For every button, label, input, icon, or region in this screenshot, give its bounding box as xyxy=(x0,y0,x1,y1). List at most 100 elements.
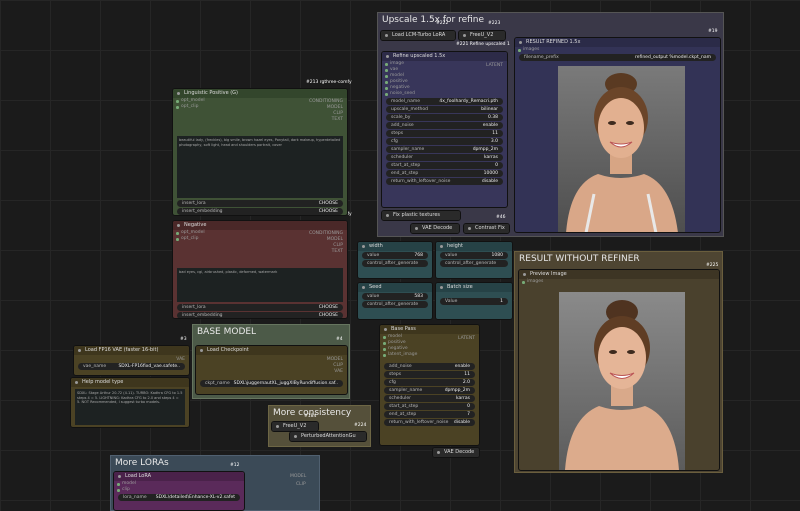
node-title[interactable]: VAE Decode xyxy=(411,224,459,233)
node-title[interactable]: Contrast Fix xyxy=(464,224,509,233)
insert-lora-widget[interactable]: insert_lora CHOOSE xyxy=(177,200,343,207)
help-textarea[interactable]: SDXL: Stage Arthur 20-72 (4.11). TURBO: … xyxy=(75,389,185,425)
choose-button[interactable]: CHOOSE xyxy=(319,312,338,318)
output-clip[interactable]: CLIP xyxy=(333,111,343,116)
control-after-generate-widget[interactable]: control_after_generate xyxy=(362,301,428,308)
refined-portrait-image[interactable] xyxy=(558,66,685,232)
node-result-refined[interactable]: RESULT REFINED 1.5x images filename_pref… xyxy=(514,37,721,233)
node-load-checkpoint[interactable]: Load Checkpoint MODEL CLIP VAE ckpt_name… xyxy=(195,345,348,395)
output-clip[interactable]: CLIP xyxy=(296,482,306,487)
input-opt-clip[interactable]: opt_clip xyxy=(173,236,347,242)
param-widget[interactable]: return_with_leftover_noise disable xyxy=(386,178,503,185)
node-title[interactable]: Batch size xyxy=(436,283,512,292)
height-value-widget[interactable]: value 1080 xyxy=(440,252,508,259)
insert-lora-widget[interactable]: insert_lora CHOOSE xyxy=(177,304,343,311)
node-title[interactable]: Seed xyxy=(358,283,432,292)
choose-button[interactable]: CHOOSE xyxy=(319,304,338,311)
node-preview-image[interactable]: Preview Image images xyxy=(518,269,720,471)
param-widget[interactable]: scheduler karras xyxy=(386,154,503,161)
param-widget[interactable]: steps 11 xyxy=(386,130,503,137)
input-images[interactable]: images xyxy=(515,47,720,53)
param-widget[interactable]: sampler_name dpmpp_2m xyxy=(384,387,475,394)
output-model[interactable]: MODEL xyxy=(327,105,343,110)
vae-name-widget[interactable]: vae_name SDXL-FP16fixd_vae.safete.. xyxy=(78,363,185,370)
output-text[interactable]: TEXT xyxy=(332,249,343,254)
group-title[interactable]: BASE MODEL xyxy=(193,325,349,339)
lora-name-widget[interactable]: lora_name SDXL\detailed\Enhance-XL-v2.saf… xyxy=(118,494,240,501)
ckpt-name-widget[interactable]: ckpt_name SDXL\juggernautXL_juggXIByRundi… xyxy=(200,380,343,387)
param-widget[interactable]: start_at_step 0 xyxy=(384,403,475,410)
node-title[interactable]: Load LoRA xyxy=(114,472,244,481)
control-after-generate-widget[interactable]: control_after_generate xyxy=(440,260,508,267)
output-text[interactable]: TEXT xyxy=(332,117,343,122)
node-seed[interactable]: Seed value 583 control_after_generate xyxy=(357,282,433,320)
node-vae-decode-base[interactable]: VAE Decode xyxy=(432,447,480,458)
filename-prefix-widget[interactable]: filename_prefix refined_output %model.ckp… xyxy=(519,54,716,61)
param-widget[interactable]: end_at_step 7 xyxy=(384,411,475,418)
node-load-fp16-vae[interactable]: Load FP16 VAE (faster 16-bit) VAE vae_na… xyxy=(73,345,190,376)
node-batch-size[interactable]: Batch size Value 1 xyxy=(435,282,513,320)
param-widget[interactable]: cfg 3.0 xyxy=(386,138,503,145)
node-title[interactable]: Load FP16 VAE (faster 16-bit) xyxy=(74,346,189,355)
output-model[interactable]: MODEL xyxy=(327,357,343,362)
control-after-generate-widget[interactable]: control_after_generate xyxy=(362,260,428,267)
param-widget[interactable]: cfg 2.0 xyxy=(384,379,475,386)
node-negative[interactable]: Negative opt_model opt_clip CONDITIONING… xyxy=(172,220,348,319)
choose-button[interactable]: CHOOSE xyxy=(319,208,338,215)
param-widget[interactable]: sampler_name dpmpp_2m xyxy=(386,146,503,153)
node-width[interactable]: width value 768 control_after_generate xyxy=(357,241,433,279)
param-widget[interactable]: add_noise enable xyxy=(386,122,503,129)
choose-button[interactable]: CHOOSE xyxy=(319,200,338,207)
param-widget[interactable]: steps 11 xyxy=(384,371,475,378)
param-widget[interactable]: add_noise enable xyxy=(384,363,475,370)
param-widget[interactable]: upscale_method bilinear xyxy=(386,106,503,113)
insert-embedding-widget[interactable]: insert_embedding CHOOSE xyxy=(177,312,343,318)
node-title[interactable]: Refine upscaled 1.5x xyxy=(382,52,507,61)
node-title[interactable]: height xyxy=(436,242,512,251)
input-port[interactable]: latent_image xyxy=(380,352,479,358)
node-title[interactable]: Negative xyxy=(173,221,347,230)
input-port[interactable]: noise_seed xyxy=(382,91,507,97)
output-conditioning[interactable]: CONDITIONING xyxy=(309,231,343,236)
output-clip[interactable]: CLIP xyxy=(333,363,343,368)
node-base-pass[interactable]: Base Pass LATENT model positive negative la… xyxy=(379,324,480,446)
base-portrait-image[interactable] xyxy=(559,292,685,470)
node-load-lora[interactable]: Load LoRA model clip lora_name SDXL\detai… xyxy=(113,471,245,511)
node-title[interactable]: PerturbedAttentionGu xyxy=(290,432,366,441)
node-contrast-fix[interactable]: Contrast Fix xyxy=(463,223,510,234)
node-perturbed-attention[interactable]: PerturbedAttentionGu xyxy=(289,431,367,442)
positive-prompt-textarea[interactable]: beautiful lady, (freckles), big smile, b… xyxy=(177,136,343,198)
width-value-widget[interactable]: value 768 xyxy=(362,252,428,259)
seed-value-widget[interactable]: value 583 xyxy=(362,293,428,300)
node-vae-decode-top[interactable]: VAE Decode xyxy=(410,223,460,234)
node-title[interactable]: VAE Decode xyxy=(433,448,479,457)
node-title[interactable]: RESULT REFINED 1.5x xyxy=(515,38,720,47)
input-clip[interactable]: clip xyxy=(114,487,244,493)
node-fix-plastic-textures[interactable]: Fix plastic textures xyxy=(381,210,461,221)
output-vae[interactable]: VAE xyxy=(334,369,343,374)
node-title[interactable]: FreeU_V2 xyxy=(459,31,505,40)
batch-value-widget[interactable]: Value 1 xyxy=(440,298,508,305)
node-title[interactable]: Load Checkpoint xyxy=(196,346,347,355)
output-model[interactable]: MODEL xyxy=(327,237,343,242)
param-widget[interactable]: model_name 4x_foolhardy_Remacri.pth xyxy=(386,98,503,105)
node-refine-upscaled[interactable]: Refine upscaled 1.5x LATENT image vae mode… xyxy=(381,51,508,208)
output-model[interactable]: MODEL xyxy=(290,474,306,479)
node-title[interactable]: Base Pass xyxy=(380,325,479,334)
node-height[interactable]: height value 1080 control_after_generate xyxy=(435,241,513,279)
node-freeu-v2-top[interactable]: FreeU_V2 xyxy=(458,30,506,41)
node-title[interactable]: Preview Image xyxy=(519,270,719,279)
input-images[interactable]: images xyxy=(519,279,719,285)
insert-embedding-widget[interactable]: insert_embedding CHOOSE xyxy=(177,208,343,215)
output-vae[interactable]: VAE xyxy=(176,357,185,362)
param-widget[interactable]: scale_by 0.38 xyxy=(386,114,503,121)
node-title[interactable]: Help model type xyxy=(71,378,189,387)
node-linguistic-positive[interactable]: Linguistic Positive (G) opt_model opt_cl… xyxy=(172,88,348,216)
node-title[interactable]: Linguistic Positive (G) xyxy=(173,89,347,98)
node-load-lcm-lora[interactable]: Load LCM-Turbo LoRA xyxy=(380,30,456,41)
node-title[interactable]: FreeU_V2 xyxy=(272,422,318,431)
negative-prompt-textarea[interactable]: bad eyes, cgi, airbrushed, plastic, defo… xyxy=(177,268,343,302)
group-title[interactable]: More consistency xyxy=(269,406,370,420)
group-title[interactable]: RESULT WITHOUT REFINER xyxy=(515,252,722,266)
node-title[interactable]: width xyxy=(358,242,432,251)
